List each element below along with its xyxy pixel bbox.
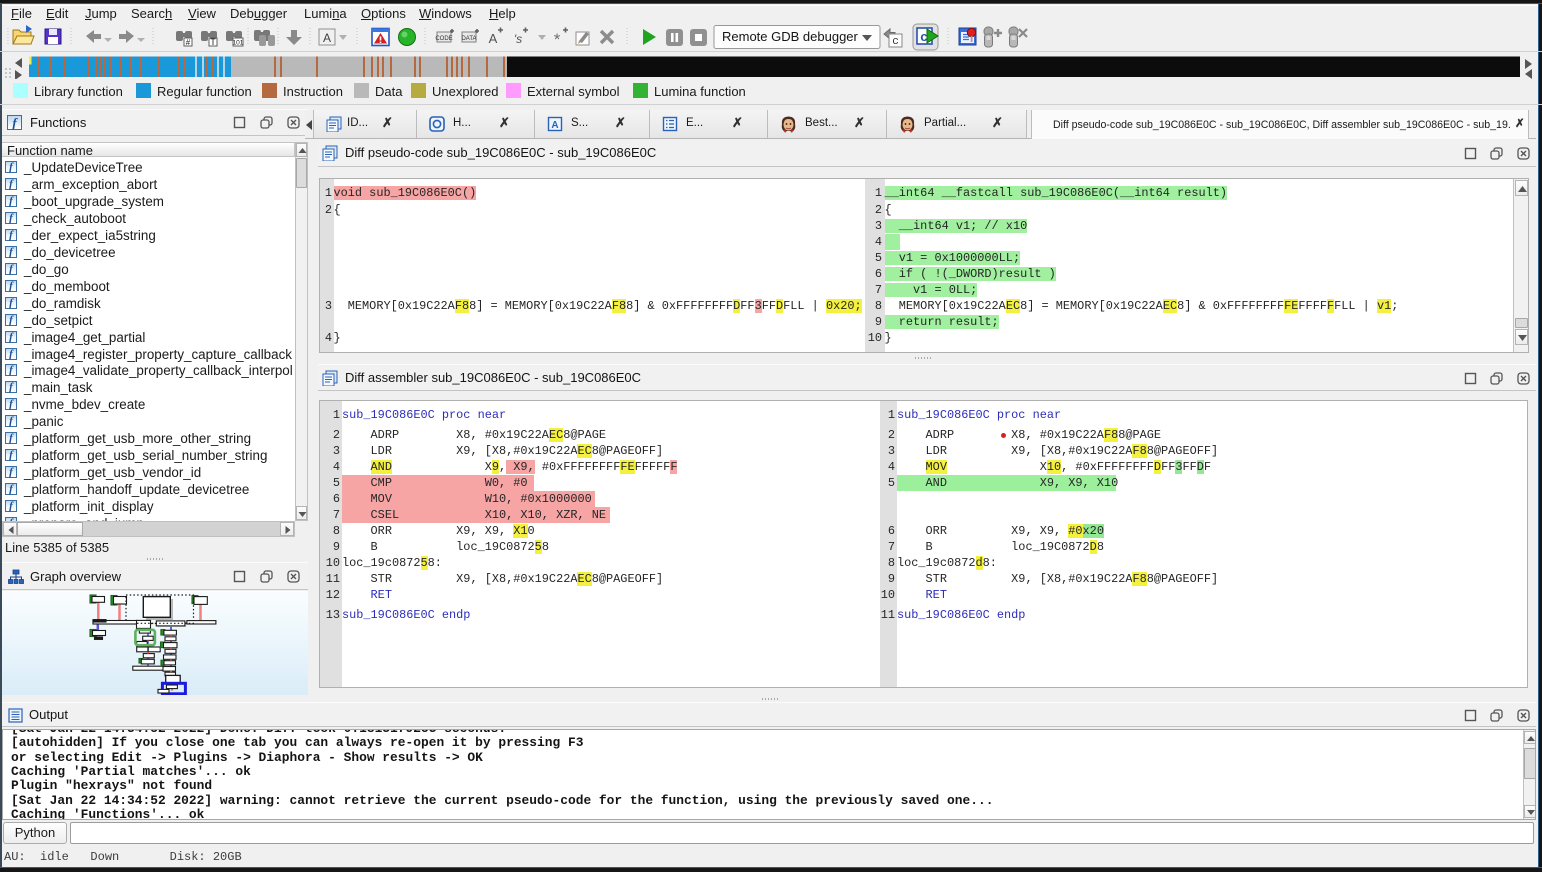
svg-text:CODE: CODE bbox=[435, 36, 452, 42]
svg-text:'s: 's bbox=[514, 32, 522, 46]
svg-text:A: A bbox=[551, 120, 558, 131]
svg-text:T: T bbox=[210, 37, 216, 47]
svg-text:A: A bbox=[323, 31, 331, 45]
svg-text:c: c bbox=[892, 36, 899, 48]
svg-text:#: # bbox=[186, 38, 191, 47]
svg-text:101: 101 bbox=[233, 40, 244, 47]
svg-text:DATA: DATA bbox=[461, 36, 476, 42]
svg-text:Remote GDB debugger: Remote GDB debugger bbox=[722, 29, 859, 44]
svg-text:A: A bbox=[489, 31, 498, 46]
svg-text:*: * bbox=[554, 30, 561, 49]
